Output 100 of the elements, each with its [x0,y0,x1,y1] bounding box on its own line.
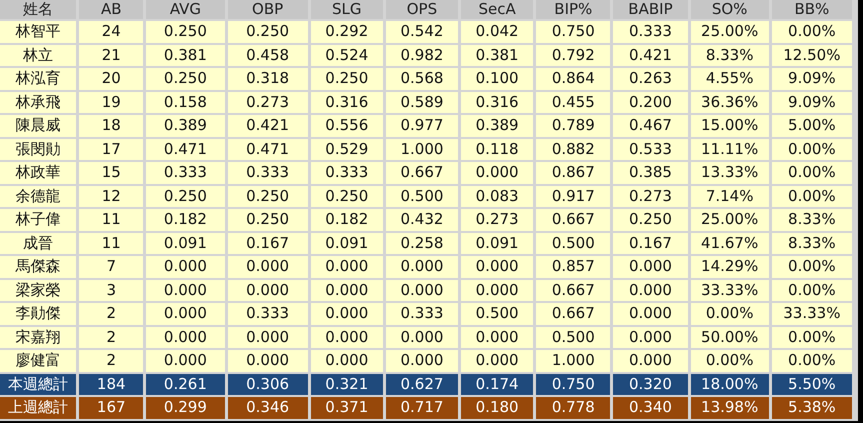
table-cell: 0.542 [386,21,458,42]
column-header: 姓名 [0,0,76,19]
table-cell: 0.000 [146,326,224,348]
table-cell: 0.471 [228,138,308,160]
table-cell: 13.98% [690,397,769,418]
table-cell: 0.182 [146,209,224,230]
table-cell: 11 [79,209,144,230]
table-cell: 0.000 [146,280,224,301]
table-cell: 0.000 [310,326,383,348]
table-cell: 0.182 [310,209,383,230]
table-cell: 0.882 [536,138,610,160]
table-cell: 33.33% [690,280,769,301]
table-cell: 0.333 [228,162,308,184]
table-cell: 15 [79,162,144,184]
player-name-cell: 廖健富 [0,350,76,372]
player-name-cell: 梁家榮 [0,280,76,301]
column-header: OPS [386,0,458,19]
table-cell: 17 [79,138,144,160]
table-cell: 0.333 [228,303,308,324]
table-cell: 0.524 [310,44,383,66]
table-cell: 0.000 [146,256,224,278]
player-name-cell: 林子偉 [0,209,76,230]
table-cell: 0.000 [461,350,534,372]
table-cell: 0.00% [772,256,852,278]
player-name-cell: 馬傑森 [0,256,76,278]
table-cell: 0.000 [228,256,308,278]
column-header: SO% [690,0,769,19]
table-cell: 0.00% [772,326,852,348]
table-cell: 0.333 [613,21,688,42]
table-cell: 0.471 [146,138,224,160]
table-cell: 12 [79,186,144,207]
table-cell: 0.385 [613,162,688,184]
table-cell: 5.50% [772,374,852,395]
table-cell: 0.00% [772,186,852,207]
table-cell: 0.299 [146,397,224,418]
table-cell: 5.38% [772,397,852,418]
table-cell: 0.118 [461,138,534,160]
table-cell: 0.000 [146,350,224,372]
table-cell: 0.000 [386,326,458,348]
table-cell: 0.000 [310,303,383,324]
table-cell: 0.316 [310,92,383,113]
table-cell: 0.250 [228,209,308,230]
player-name-cell: 成晉 [0,232,76,254]
table-cell: 0.320 [613,374,688,395]
table-cell: 0.167 [613,232,688,254]
table-cell: 0.533 [613,138,688,160]
table-cell: 3 [79,280,144,301]
table-cell: 18.00% [690,374,769,395]
table-cell: 24 [79,21,144,42]
table-cell: 0.00% [772,21,852,42]
table-cell: 25.00% [690,209,769,230]
table-cell: 0.180 [461,397,534,418]
player-name-cell: 陳晨威 [0,115,76,136]
table-cell: 0.00% [772,350,852,372]
column-header: BABIP [613,0,688,19]
table-cell: 0.589 [386,92,458,113]
table-cell: 0.042 [461,21,534,42]
table-cell: 0.371 [310,397,383,418]
table-cell: 0.667 [386,162,458,184]
table-cell: 0.261 [146,374,224,395]
table-cell: 0.091 [310,232,383,254]
table-cell: 0.250 [310,68,383,90]
table-cell: 0.381 [146,44,224,66]
table-cell: 0.000 [461,162,534,184]
table-cell: 0.000 [613,350,688,372]
table-cell: 5.00% [772,115,852,136]
table-cell: 0.717 [386,397,458,418]
column-header: SecA [461,0,534,19]
table-cell: 0.00% [772,162,852,184]
table-cell: 0.250 [228,21,308,42]
table-cell: 0.864 [536,68,610,90]
table-cell: 0.381 [461,44,534,66]
table-cell: 8.33% [772,209,852,230]
column-header: OBP [228,0,308,19]
table-cell: 0.00% [690,303,769,324]
total-label-cell: 上週總計 [0,397,76,418]
table-cell: 0.529 [310,138,383,160]
table-cell: 1.000 [386,138,458,160]
table-cell: 36.36% [690,92,769,113]
table-cell: 4.55% [690,68,769,90]
table-cell: 0.250 [146,21,224,42]
table-cell: 0.318 [228,68,308,90]
table-cell: 0.867 [536,162,610,184]
table-cell: 2 [79,350,144,372]
table-cell: 0.750 [536,21,610,42]
table-cell: 8.33% [690,44,769,66]
table-cell: 41.67% [690,232,769,254]
table-cell: 0.273 [228,92,308,113]
table-cell: 0.091 [461,232,534,254]
table-cell: 0.000 [386,256,458,278]
table-cell: 0.200 [613,92,688,113]
table-cell: 0.750 [536,374,610,395]
table-cell: 9.09% [772,68,852,90]
table-cell: 20 [79,68,144,90]
table-cell: 33.33% [772,303,852,324]
table-cell: 0.083 [461,186,534,207]
table-cell: 0.158 [146,92,224,113]
table-cell: 0.306 [228,374,308,395]
table-cell: 0.00% [772,138,852,160]
player-name-cell: 林智平 [0,21,76,42]
